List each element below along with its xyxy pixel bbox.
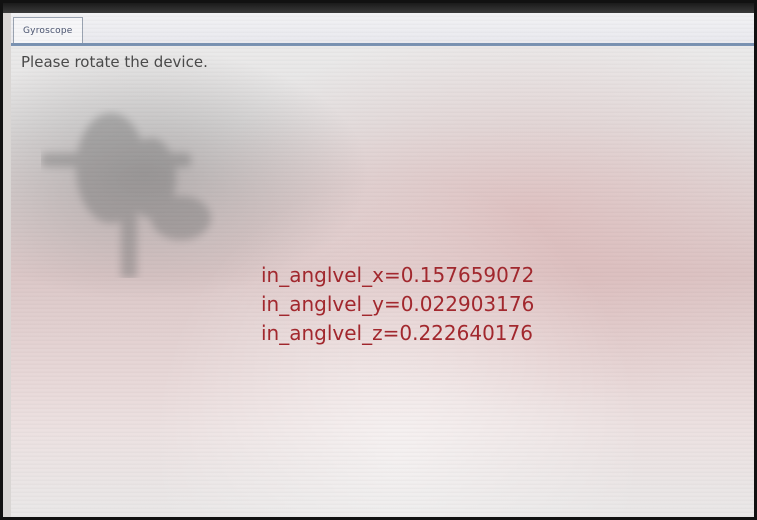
tab-gyroscope[interactable]: Gyroscope (13, 17, 83, 43)
tab-bar: Gyroscope (11, 13, 754, 46)
app-screen: Gyroscope Please rotate the device. in_a… (11, 13, 754, 517)
screen-glare (11, 427, 754, 517)
reading-z: in_anglvel_z=0.222640176 (261, 321, 533, 345)
reading-y: in_anglvel_y=0.022903176 (261, 292, 535, 316)
instruction-text: Please rotate the device. (21, 53, 208, 71)
tab-gyroscope-label: Gyroscope (23, 25, 73, 36)
reading-x: in_anglvel_x=0.157659072 (261, 263, 535, 287)
gyroscope-readings: in_anglvel_x=0.157659072 in_anglvel_y=0.… (261, 261, 534, 348)
photo-frame: Gyroscope Please rotate the device. in_a… (0, 0, 757, 520)
background-reflection (41, 113, 211, 278)
monitor-bezel (3, 3, 754, 13)
